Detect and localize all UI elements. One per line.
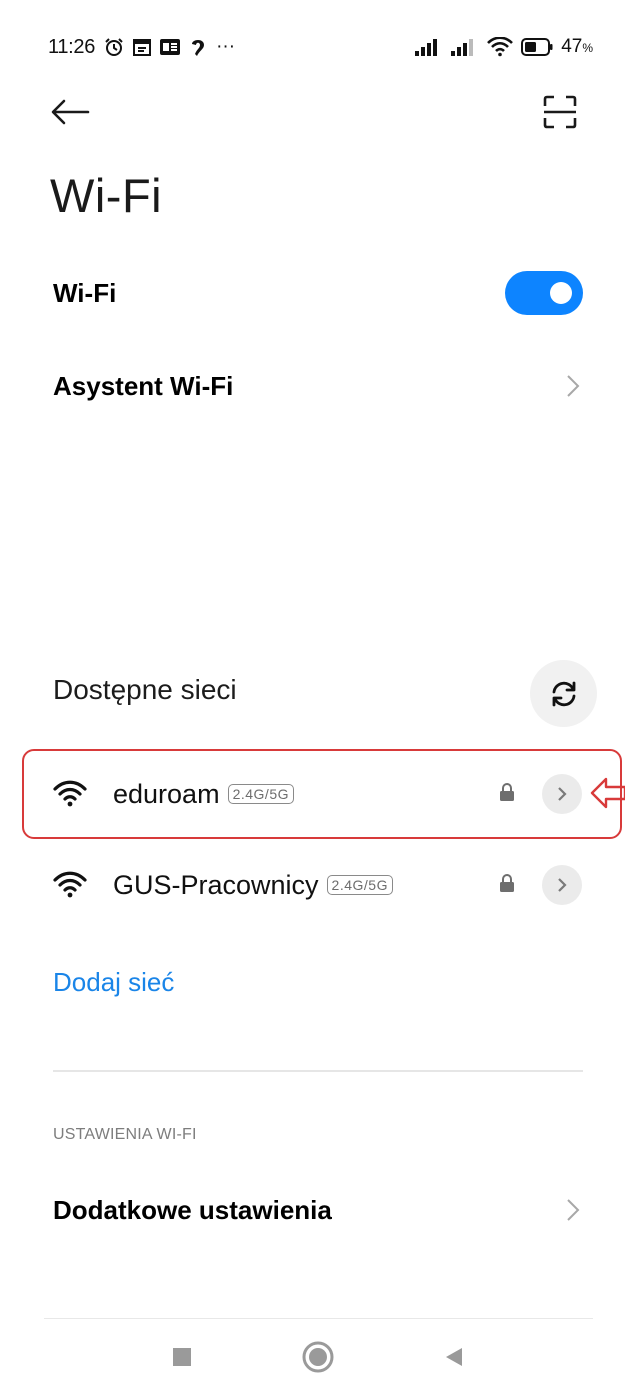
battery-value: 47 (561, 36, 583, 57)
top-bar (50, 88, 580, 138)
status-left: 11:26 ··· (48, 36, 235, 59)
gallery-notification-icon (160, 39, 181, 55)
navigation-bar (44, 1318, 593, 1391)
status-right: 47% (415, 36, 593, 58)
wifi-status-icon (487, 37, 514, 57)
calendar-icon (133, 39, 152, 56)
qr-scan-button[interactable] (540, 92, 580, 132)
status-time: 11:26 (48, 35, 96, 58)
triangle-back-icon (446, 1348, 462, 1366)
more-notifications-icon: ··· (216, 36, 236, 57)
wifi-settings-header: USTAWIENIA WI-FI (53, 1126, 197, 1143)
refresh-button[interactable] (530, 660, 597, 727)
back-button[interactable] (50, 92, 94, 132)
back-nav-button[interactable] (434, 1337, 474, 1377)
annotation-arrow-icon (590, 777, 625, 809)
recents-button[interactable] (162, 1337, 202, 1377)
signal-secondary-icon (451, 39, 474, 56)
network-item-gus-pracownicy[interactable]: GUS-Pracownicy 2.4G/5G (53, 855, 583, 915)
annotation-highlight-box (22, 749, 622, 839)
status-bar: 11:26 ··· 47% (48, 30, 593, 64)
available-networks-title: Dostępne sieci (53, 674, 237, 705)
toggle-knob (550, 282, 572, 304)
signal-icon (415, 39, 438, 56)
square-icon (173, 1348, 191, 1366)
home-button[interactable] (298, 1337, 338, 1377)
wifi-toggle-row[interactable]: Wi-Fi (53, 270, 583, 316)
alarm-icon (105, 38, 123, 56)
add-network-link[interactable]: Dodaj sieć (53, 967, 174, 998)
home-circle-icon (302, 1341, 334, 1373)
wifi-assistant-row[interactable]: Asystent Wi-Fi (53, 366, 583, 406)
divider (53, 1070, 583, 1072)
lock-icon (500, 874, 514, 892)
wifi-assistant-label: Asystent Wi-Fi (53, 370, 234, 401)
battery-percent-sign: % (582, 41, 593, 55)
wifi-toggle-label: Wi-Fi (53, 277, 117, 308)
additional-settings-row[interactable]: Dodatkowe ustawienia (53, 1190, 583, 1230)
wifi-signal-icon (53, 871, 87, 898)
battery-icon (521, 38, 553, 56)
chevron-right-icon (563, 1197, 583, 1223)
chevron-right-icon (558, 878, 567, 892)
network-name: GUS-Pracownicy (113, 869, 319, 900)
scan-icon (543, 95, 577, 129)
back-arrow-icon (51, 99, 90, 125)
page-title: Wi-Fi (50, 169, 163, 222)
battery-percentage: 47% (561, 36, 593, 58)
app-notification-icon (192, 40, 205, 56)
chevron-right-icon (563, 373, 583, 399)
band-badge: 2.4G/5G (326, 875, 393, 895)
additional-settings-label: Dodatkowe ustawienia (53, 1194, 332, 1225)
wifi-toggle-switch[interactable] (505, 271, 583, 315)
network-details-button[interactable] (542, 865, 582, 905)
refresh-icon (552, 681, 575, 706)
